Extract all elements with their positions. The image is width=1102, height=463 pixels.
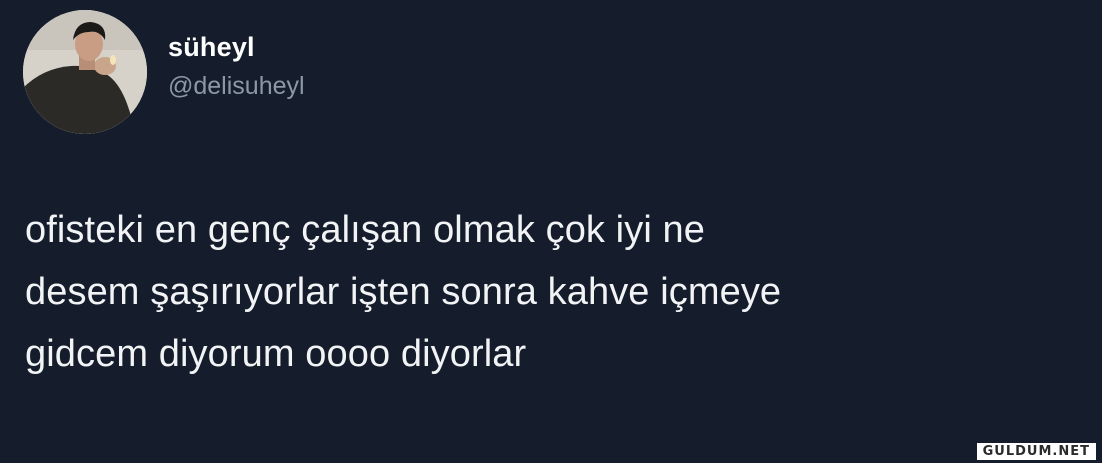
avatar[interactable] <box>23 10 147 134</box>
author-block: süheyl @delisuheyl <box>168 30 305 102</box>
user-handle[interactable]: @delisuheyl <box>168 70 305 102</box>
display-name[interactable]: süheyl <box>168 30 305 64</box>
tweet-card: süheyl @delisuheyl ofisteki en genç çalı… <box>0 0 1102 463</box>
profile-photo-icon <box>23 10 147 134</box>
tweet-text: ofisteki en genç çalışan olmak çok iyi n… <box>25 209 782 375</box>
watermark: GULDUM.NET <box>976 443 1096 460</box>
